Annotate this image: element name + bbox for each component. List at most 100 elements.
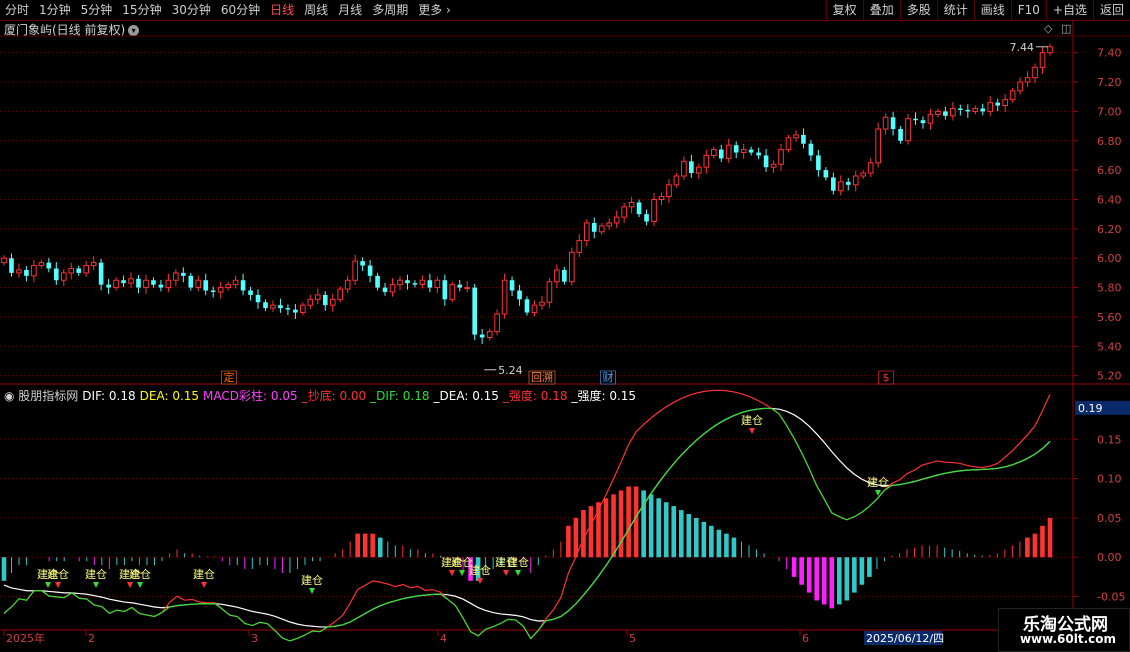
signal-arrow	[515, 570, 521, 576]
candle-body	[352, 260, 358, 281]
candle-body	[128, 278, 134, 284]
candle-body	[860, 172, 867, 177]
date-axis-label: 5	[629, 632, 636, 645]
candle-body	[98, 262, 104, 285]
signal-arrow	[477, 578, 483, 584]
date-axis-label: 2	[88, 632, 95, 645]
candle-body	[875, 128, 881, 164]
candle-body	[389, 284, 396, 293]
stock-chart[interactable]: 7.40 7.20 7.00 6.80 6.60 6.40 6.20 6.00 5.80 5.60…	[0, 0, 1130, 650]
candle-body	[442, 280, 448, 300]
price-axis-label: 6.20	[1097, 223, 1122, 236]
candle-body	[285, 308, 291, 310]
candle-body	[38, 262, 45, 267]
candle-body	[486, 331, 493, 338]
macd-bar	[641, 490, 646, 558]
candle-body	[725, 144, 732, 159]
macd-bar	[701, 521, 707, 558]
candle-body	[644, 214, 649, 222]
signal-label: 建仓	[129, 567, 151, 581]
price-axis-label: 6.80	[1097, 135, 1122, 148]
candle-body	[427, 280, 433, 288]
macd-bar	[678, 510, 684, 558]
candle-body	[943, 111, 948, 116]
candle-body	[479, 334, 485, 338]
macd-bar	[731, 537, 737, 558]
candle-body	[151, 280, 156, 285]
macd-bar	[821, 557, 827, 605]
candle-body	[890, 117, 896, 130]
candle-body	[852, 175, 859, 186]
candle-body	[740, 149, 747, 154]
candle-body	[68, 267, 75, 274]
event-marker: 定	[224, 370, 235, 384]
macd-bar	[806, 557, 812, 593]
macd-bar	[377, 537, 383, 558]
candle-body	[756, 152, 761, 156]
macd-bar	[1047, 517, 1053, 558]
candle-body	[1017, 81, 1023, 92]
candle-body	[703, 154, 710, 168]
candle-body	[837, 181, 844, 192]
indicator-axis-label: 0.15	[1097, 433, 1122, 446]
candle-body	[210, 290, 216, 292]
macd-bar	[603, 498, 609, 558]
macd-bar	[814, 557, 820, 601]
candle-body	[673, 175, 680, 186]
date-axis-label: 3	[251, 632, 258, 645]
candle-body	[831, 177, 836, 191]
macd-bar	[618, 490, 624, 558]
candle-body	[778, 149, 784, 165]
candle-body	[651, 198, 657, 223]
indicator-axis-label: 0.10	[1097, 473, 1122, 486]
price-axis-label: 5.80	[1097, 282, 1122, 295]
signal-arrow	[449, 570, 455, 576]
candle-body	[770, 163, 777, 168]
candle-body	[801, 134, 806, 144]
candle-body	[46, 262, 52, 269]
candle-body	[1009, 90, 1016, 101]
price-axis-label: 5.40	[1097, 340, 1122, 353]
price-axis-label: 7.40	[1097, 47, 1122, 60]
indicator-axis-label: 0.00	[1097, 551, 1122, 564]
candle-body	[76, 268, 82, 273]
dif-line	[3, 389, 1051, 642]
signal-arrow	[201, 582, 207, 588]
candle-body	[375, 275, 380, 288]
candle-body	[950, 107, 956, 117]
candle-body	[613, 216, 620, 224]
candle-body	[180, 272, 186, 276]
macd-bar	[663, 502, 669, 558]
macd-bar	[588, 506, 594, 558]
candle-body	[90, 262, 97, 267]
candle-body	[344, 279, 351, 290]
candle-body	[143, 279, 149, 289]
candle-body	[569, 251, 575, 283]
macd-bar	[1040, 525, 1045, 558]
candle-body	[554, 269, 560, 283]
signal-label: 建仓	[85, 567, 107, 581]
event-marker: $	[883, 371, 890, 384]
signal-label: 建仓	[867, 475, 889, 489]
signal-label: 建仓	[741, 413, 763, 427]
candle-body	[689, 161, 694, 174]
macd-bar	[709, 525, 714, 558]
candle-body	[405, 280, 410, 284]
candle-body	[621, 206, 627, 218]
signal-label: 建仓	[301, 573, 323, 587]
candle-body	[24, 269, 29, 276]
current-value-label: 0.19	[1078, 402, 1103, 415]
price-axis-label: 7.20	[1097, 76, 1122, 89]
signal-arrow	[45, 582, 51, 588]
signal-arrow	[55, 582, 61, 588]
signal-label: 建仓	[47, 567, 69, 581]
candle-body	[733, 145, 739, 153]
candle-body	[501, 279, 508, 315]
candle-body	[628, 201, 635, 208]
candle-body	[546, 281, 553, 303]
event-marker: 财	[603, 370, 614, 384]
signal-arrow	[93, 582, 99, 588]
candle-body	[263, 302, 268, 309]
macd-bar	[716, 529, 722, 558]
cursor-date-label: 2025/06/12/四	[866, 632, 944, 645]
